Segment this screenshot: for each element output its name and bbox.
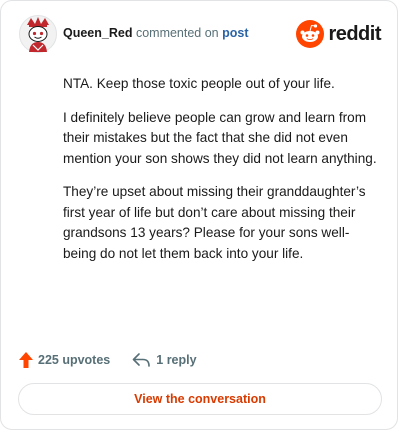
snoo-avatar-icon [19,15,57,53]
reply-arrow-icon[interactable] [132,353,151,367]
upvote-count: 225 upvotes [38,353,111,367]
action-text: commented on [135,26,219,40]
comment-paragraph: NTA. Keep those toxic people out of your… [63,76,335,91]
comment-card: Queen_Red commented on post reddit NTA. … [0,0,398,430]
comment-paragraph: They’re upset about missing their grandd… [63,184,366,261]
reddit-wordmark: reddit [328,22,381,45]
reddit-logo[interactable]: reddit [296,19,381,49]
comment-paragraph: I definitely believe people can grow and… [63,109,377,166]
comment-byline: Queen_Red commented on post [63,26,249,40]
reply-count[interactable]: 1 reply [156,353,196,367]
view-conversation-button[interactable]: View the conversation [18,383,382,415]
upvote-arrow-icon[interactable] [19,352,33,368]
reddit-snoo-icon [296,20,325,48]
username-link[interactable]: Queen_Red [63,26,132,40]
comment-header: Queen_Red commented on post reddit [19,15,381,55]
comment-actions: 225 upvotes 1 reply [19,349,197,371]
comment-body: NTA. Keep those toxic people out of your… [63,74,381,277]
post-link[interactable]: post [222,26,248,40]
